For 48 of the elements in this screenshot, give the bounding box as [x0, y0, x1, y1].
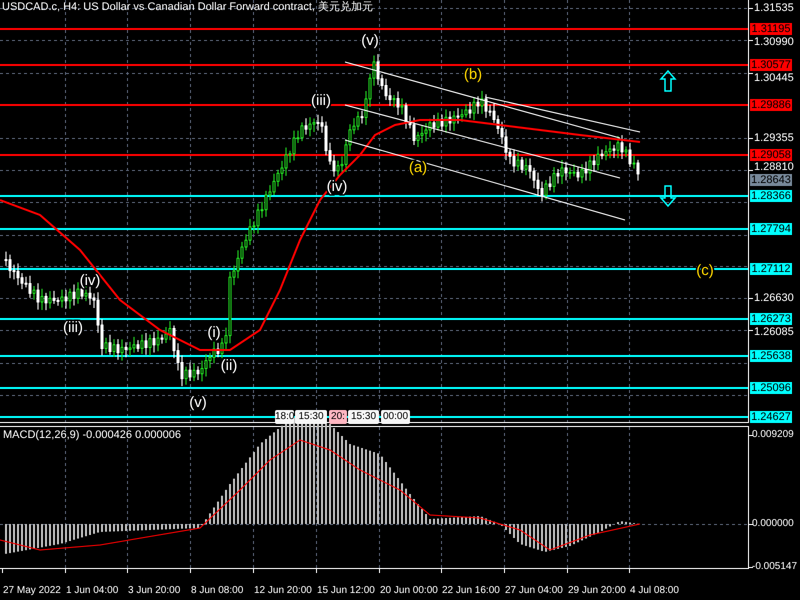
wave-label: (ii) [220, 357, 238, 374]
time-axis-label: 1 Jun 04:00 [66, 584, 118, 597]
price-level-label: 1.27794 [750, 223, 792, 235]
price-level-label: 1.26273 [750, 313, 792, 325]
price-level-label: 1.25096 [750, 382, 792, 394]
time-axis-label: 22 Jun 16:00 [442, 584, 500, 597]
price-tick-label: 1.30445 [754, 72, 794, 84]
price-level-label: 1.29058 [750, 149, 792, 161]
time-marker: 00:00 [381, 410, 410, 424]
wave-label: (i) [207, 324, 221, 341]
time-axis-label: 8 Jun 08:00 [191, 584, 244, 597]
price-level-label: 1.31195 [750, 23, 792, 35]
chart-title: USDCAD.c, H4: US Dollar vs Canadian Dollar Forward contract, 美元兑加元 [2, 1, 374, 14]
price-level-label: 1.28366 [750, 190, 792, 202]
price-tick-label: 1.28810 [754, 161, 794, 173]
price-level-label: 1.25638 [750, 350, 792, 362]
time-axis-label: 12 Jun 20:00 [254, 584, 312, 597]
time-axis-label: 15 Jun 12:00 [317, 584, 375, 597]
time-marker: 15:30 [348, 410, 379, 424]
price-tick-label: 1.30990 [754, 36, 794, 48]
price-level-label: 1.30577 [750, 59, 792, 71]
time-axis-label: 4 Jul 08:00 [630, 584, 679, 597]
price-level-label: 1.29886 [750, 99, 792, 111]
macd-tick-label: -0.005147 [752, 561, 798, 573]
time-marker: 18:0 [275, 410, 294, 424]
wave-label: (b) [464, 66, 482, 83]
time-axis-label: 29 Jun 20:00 [568, 584, 626, 597]
price-tick-label: 1.26085 [754, 326, 794, 338]
time-marker: 20: [329, 410, 347, 424]
macd-title: MACD(12,26,9) -0.000426 0.000006 [3, 429, 181, 442]
price-tick-label: 1.26630 [754, 292, 794, 304]
time-axis-label: 3 Jun 20:00 [128, 584, 180, 597]
price-tick-label: 1.31535 [754, 2, 794, 14]
time-axis-label: 27 Jun 04:00 [505, 584, 563, 597]
time-marker: 15:30 [295, 410, 327, 424]
wave-label: (iv) [80, 272, 100, 289]
time-axis-label: 20 Jun 00:00 [380, 584, 438, 597]
price-level-label: 1.24627 [750, 411, 792, 423]
time-axis-label: 27 May 2022 [3, 584, 61, 597]
current-price-label: 1.28643 [750, 174, 792, 186]
wave-label: (v) [361, 32, 379, 49]
price-level-label: 1.27112 [750, 263, 792, 275]
wave-label: (a) [408, 159, 428, 176]
wave-label: (iii) [63, 319, 83, 336]
wave-label: (v) [189, 394, 207, 411]
macd-tick-label: 0.009209 [752, 429, 794, 441]
price-tick-label: 1.29355 [754, 132, 794, 144]
macd-tick-label: 0.000000 [752, 518, 794, 530]
